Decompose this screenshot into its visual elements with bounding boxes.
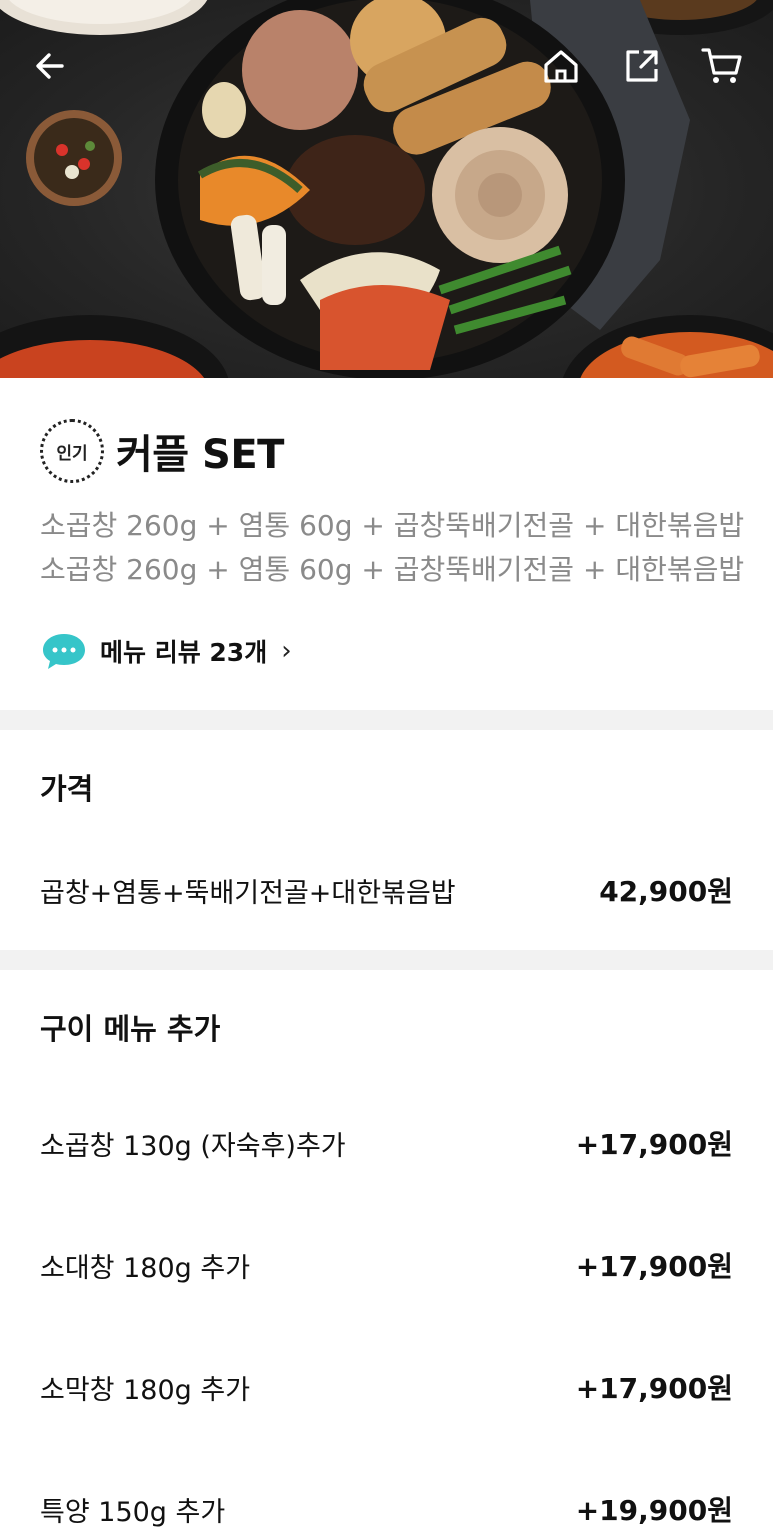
price-option-row[interactable]: 곱창+염통+뚝배기전골+대한볶음밥 42,900원 [40,870,733,910]
grill-menu-addon-section: 구이 메뉴 추가 소곱창 130g (자숙후)추가 +17,900원 소대창 1… [0,970,773,1529]
product-info: 인기 커플 SET 소곱창 260g + 염통 60g + 곱창뚝배기전골 + … [0,378,773,710]
cart-button[interactable] [696,40,748,92]
addon-item[interactable]: 특양 150g 추가 +19,900원 [40,1448,733,1529]
chat-bubble-icon [43,634,85,669]
share-button[interactable] [616,40,668,92]
section-divider [0,710,773,730]
product-hero-image [0,0,773,378]
title-row: 인기 커플 SET [40,418,733,484]
chevron-right-icon: › [281,636,292,666]
addon-item-price: +19,900원 [575,1494,733,1527]
addon-item-label: 소대창 180g 추가 [40,1252,251,1284]
section-divider [0,950,773,970]
addon-section-title: 구이 메뉴 추가 [40,1012,221,1046]
addon-item-price: +17,900원 [575,1128,733,1161]
price-section: 가격 곱창+염통+뚝배기전골+대한볶음밥 42,900원 [0,730,773,950]
addon-item-label: 소막창 180g 추가 [40,1374,251,1406]
top-navigation-bar [0,0,773,130]
home-icon [544,50,578,83]
addon-item-label: 소곱창 130g (자숙후)추가 [40,1130,346,1162]
description-line: 소곱창 260g + 염통 60g + 곱창뚝배기전골 + 대한볶음밥 [40,553,745,586]
description-line: 소곱창 260g + 염통 60g + 곱창뚝배기전골 + 대한볶음밥 [40,509,745,542]
addon-item[interactable]: 소곱창 130g (자숙후)추가 +17,900원 [40,1082,733,1204]
popular-badge: 인기 [40,419,104,483]
addon-item-label: 특양 150g 추가 [40,1496,226,1528]
share-icon [626,50,658,82]
product-description: 소곱창 260g + 염통 60g + 곱창뚝배기전골 + 대한볶음밥 소곱창 … [40,504,745,592]
price-option-value: 42,900원 [599,875,733,908]
back-button[interactable] [24,40,76,92]
addon-item-price: +17,900원 [575,1372,733,1405]
review-count-label: 메뉴 리뷰 23개 [100,638,268,667]
price-section-title: 가격 [40,772,94,806]
menu-review-link[interactable]: 메뉴 리뷰 23개 › [40,628,733,674]
product-title: 커플 SET [116,432,284,478]
arrow-left-icon [36,53,64,79]
addon-item[interactable]: 소막창 180g 추가 +17,900원 [40,1326,733,1448]
addon-item-price: +17,900원 [575,1250,733,1283]
addon-item[interactable]: 소대창 180g 추가 +17,900원 [40,1204,733,1326]
home-button[interactable] [535,40,587,92]
price-option-label: 곱창+염통+뚝배기전골+대한볶음밥 [40,877,456,909]
addon-list: 소곱창 130g (자숙후)추가 +17,900원 소대창 180g 추가 +1… [40,1082,733,1529]
cart-icon [701,48,742,83]
